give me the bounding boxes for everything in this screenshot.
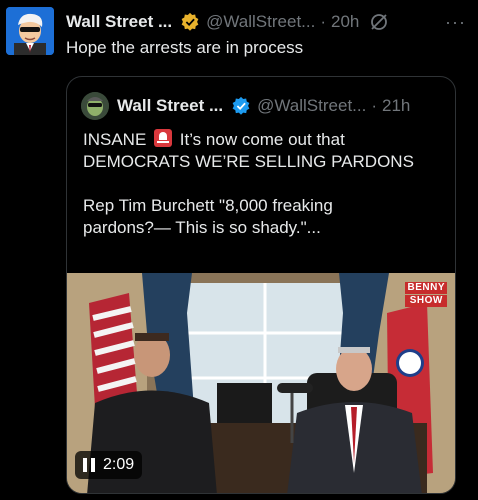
quoted-author-avatar [81,92,109,120]
author-name[interactable]: Wall Street ... [66,12,172,32]
verified-gold-badge-icon[interactable] [180,12,200,32]
tweet-text: Hope the arrests are in process [66,38,304,57]
video-duration: 2:09 [103,456,135,473]
video-player[interactable]: BENNY SHOW 2:09 [67,273,455,493]
quoted-line-1b: It’s now come out that [179,130,345,149]
quoted-author-name: Wall Street ... [117,96,224,115]
quoted-line-1: INSANE It’s now come out that [83,129,443,151]
quoted-tweet-header: Wall Street ... @WallStreet... · 21h [81,92,443,120]
quoted-line-2: DEMOCRATS WE’RE SELLING PARDONS [83,152,414,171]
quoted-tweet[interactable]: Wall Street ... @WallStreet... · 21h INS… [66,76,456,494]
quoted-tweet-time: 21h [382,96,411,115]
quoted-tweet-text: INSANE It’s now come out that DEMOCRATS … [83,129,443,239]
verified-blue-badge-icon [232,96,250,115]
separator-dot: · [320,12,327,31]
tweet-header: Wall Street ... @WallStreet... · 20h ··· [66,10,472,34]
author-avatar-image [6,7,54,55]
quoted-author-handle: @WallStreet... [257,96,367,115]
quoted-line-4: pardons?— This is so shady."... [83,218,321,237]
grok-icon[interactable] [369,12,389,32]
quoted-line-3: Rep Tim Burchett "8,000 freaking [83,196,333,215]
show-logo: BENNY SHOW [405,281,447,307]
more-options-icon[interactable]: ··· [445,13,466,31]
quoted-author-avatar-image [81,92,109,120]
quoted-line-1a: INSANE [83,130,147,149]
video-timecode[interactable]: 2:09 [75,451,143,479]
show-logo-bottom: SHOW [405,295,447,307]
quoted-separator-dot: · [371,96,378,115]
tweet-time[interactable]: 20h [331,12,359,32]
author-handle[interactable]: @WallStreet... [206,12,315,32]
pause-icon[interactable] [83,458,95,472]
siren-emoji-icon [154,129,173,147]
author-avatar[interactable] [6,7,54,55]
show-logo-top: BENNY [405,282,447,294]
